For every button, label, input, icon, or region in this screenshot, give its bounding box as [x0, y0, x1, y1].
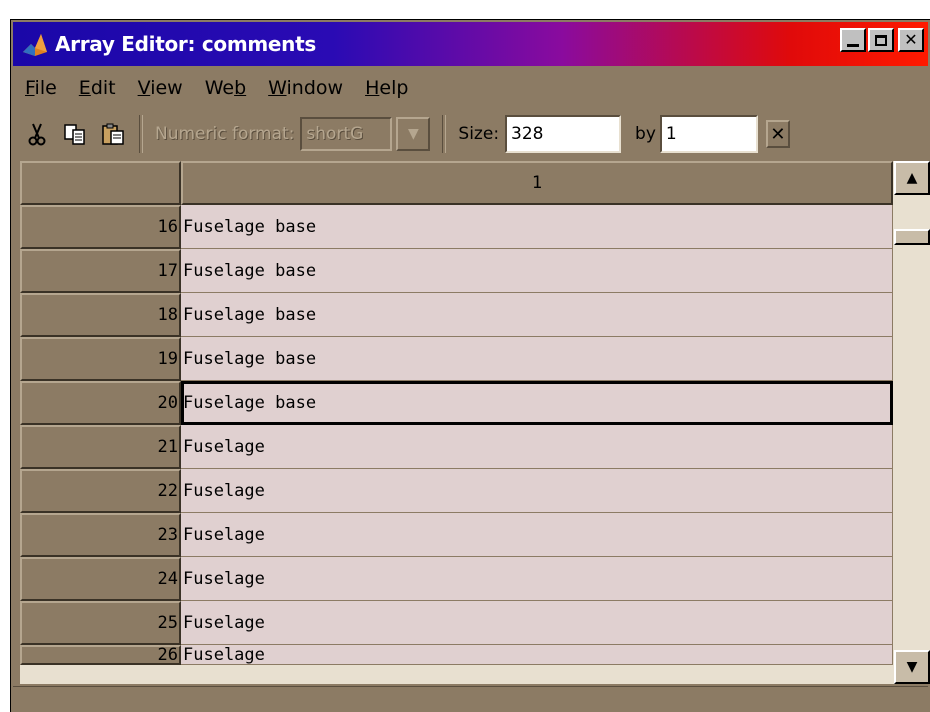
scroll-down-button[interactable]: ▼ [894, 650, 930, 684]
row-header[interactable]: 20 [20, 381, 181, 425]
table-row: 20 Fuselage base [20, 381, 893, 425]
menu-view[interactable]: View [138, 77, 183, 99]
grid-cell[interactable]: Fuselage [181, 645, 893, 665]
numeric-format-select: shortG [300, 117, 393, 151]
grid-rows: 16 Fuselage base 17 Fuselage base 18 Fuselage… [20, 205, 893, 665]
table-row: 22 Fuselage [20, 469, 893, 513]
cut-icon [28, 123, 46, 146]
scrollbar-thumb[interactable] [894, 229, 930, 245]
row-header[interactable]: 26 [20, 645, 181, 665]
toolbar: Numeric format: shortG ▼ Size: by ✕ [13, 108, 928, 160]
table-row: 18 Fuselage base [20, 293, 893, 337]
grid-cell[interactable]: Fuselage [181, 601, 893, 645]
row-header[interactable]: 18 [20, 293, 181, 337]
row-header[interactable]: 24 [20, 557, 181, 601]
row-header[interactable]: 16 [20, 205, 181, 249]
grid-corner[interactable] [20, 161, 181, 205]
row-header[interactable]: 22 [20, 469, 181, 513]
row-header[interactable]: 23 [20, 513, 181, 557]
row-header[interactable]: 25 [20, 601, 181, 645]
toolbar-separator [442, 115, 447, 153]
grid-cell[interactable]: Fuselage [181, 425, 893, 469]
column-header[interactable]: 1 [181, 161, 893, 205]
arrow-up-icon: ▲ [906, 170, 918, 186]
numeric-format-label: Numeric format: [155, 124, 295, 144]
table-row: 25 Fuselage [20, 601, 893, 645]
row-header[interactable]: 17 [20, 249, 181, 293]
grid-cell[interactable]: Fuselage [181, 513, 893, 557]
chevron-down-icon: ▼ [408, 126, 419, 142]
table-row: 16 Fuselage base [20, 205, 893, 249]
size-rows-input[interactable] [505, 115, 622, 153]
close-icon: ✕ [904, 30, 918, 49]
status-bar [13, 686, 928, 712]
menu-web[interactable]: Web [205, 77, 246, 99]
table-row: 21 Fuselage [20, 425, 893, 469]
menu-file[interactable]: File [25, 77, 57, 99]
grid-cell[interactable]: Fuselage base [181, 381, 893, 425]
array-grid: 1 16 Fuselage base 17 Fuselage base 18 Fusela… [20, 161, 930, 684]
grid-cell[interactable]: Fuselage base [181, 337, 893, 381]
table-row: 26 Fuselage [20, 645, 893, 665]
scroll-up-button[interactable]: ▲ [894, 161, 930, 195]
close-icon: ✕ [770, 123, 786, 145]
row-header[interactable]: 21 [20, 425, 181, 469]
matlab-logo-icon [23, 34, 47, 56]
vertical-scrollbar[interactable]: ▲ ▼ [894, 161, 930, 684]
arrow-down-icon: ▼ [906, 659, 918, 675]
paste-button[interactable] [99, 120, 127, 148]
table-row: 17 Fuselage base [20, 249, 893, 293]
maximize-button[interactable] [868, 28, 894, 52]
numeric-format-dropdown-button: ▼ [396, 117, 431, 151]
window-title: Array Editor: comments [55, 32, 316, 56]
maximize-icon [875, 34, 887, 46]
menu-window[interactable]: Window [268, 77, 343, 99]
menu-bar: File Edit View Web Window Help [13, 68, 928, 108]
close-button[interactable]: ✕ [898, 28, 924, 52]
title-bar[interactable]: Array Editor: comments ✕ [13, 22, 928, 66]
grid-cell[interactable]: Fuselage base [181, 249, 893, 293]
array-editor-window: Array Editor: comments ✕ File Edit View … [10, 19, 930, 712]
menu-edit[interactable]: Edit [79, 77, 116, 99]
copy-button[interactable] [61, 120, 89, 148]
table-row: 24 Fuselage [20, 557, 893, 601]
grid-cell[interactable]: Fuselage [181, 469, 893, 513]
grid-cell[interactable]: Fuselage base [181, 205, 893, 249]
paste-icon [102, 123, 124, 145]
column-header-row: 1 [20, 161, 893, 205]
grid-cell[interactable]: Fuselage [181, 557, 893, 601]
size-label: Size: [458, 124, 500, 144]
toolbar-separator [139, 115, 143, 153]
by-label: by [635, 124, 656, 144]
menu-help[interactable]: Help [365, 77, 408, 99]
minimize-button[interactable] [840, 28, 866, 52]
grid-cell[interactable]: Fuselage base [181, 293, 893, 337]
minimize-icon [847, 43, 859, 47]
close-editor-button[interactable]: ✕ [765, 120, 790, 148]
table-row: 23 Fuselage [20, 513, 893, 557]
row-header[interactable]: 19 [20, 337, 181, 381]
copy-icon [64, 124, 85, 145]
cut-button[interactable] [23, 120, 51, 148]
table-row: 19 Fuselage base [20, 337, 893, 381]
size-cols-input[interactable] [659, 115, 758, 153]
